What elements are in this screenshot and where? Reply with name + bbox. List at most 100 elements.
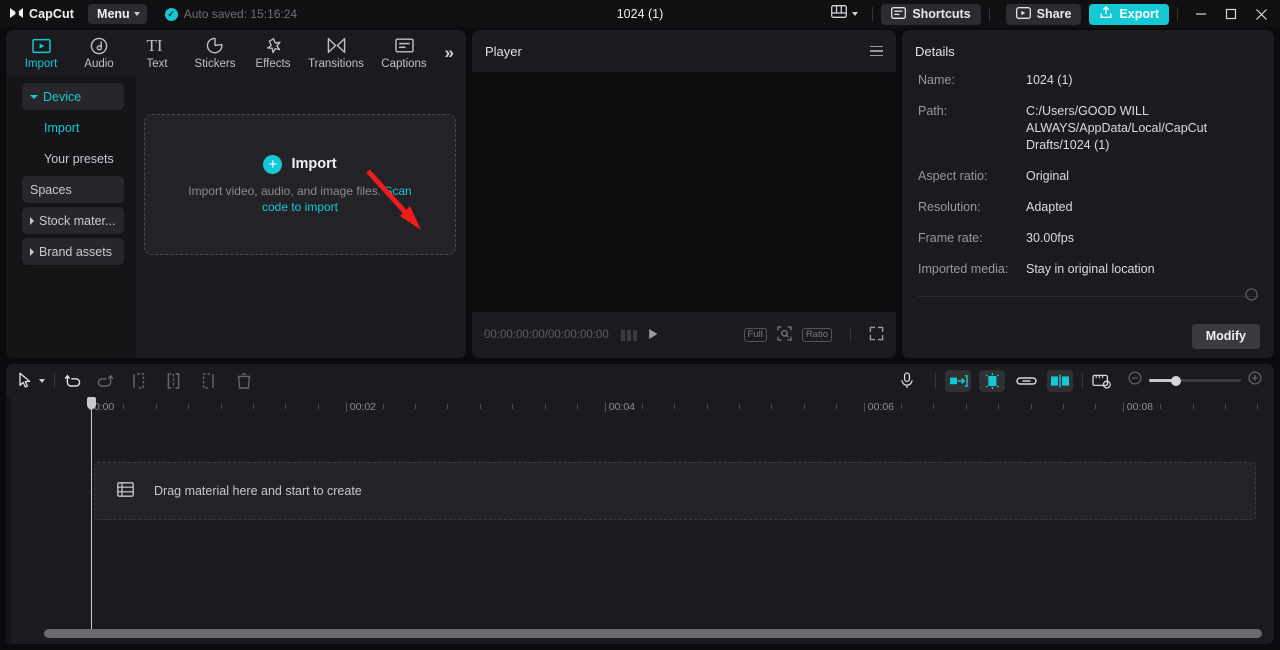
sidebar-item-label: Brand assets (39, 245, 112, 259)
split-left-icon[interactable] (132, 364, 145, 397)
timeline-ruler[interactable]: 00:00 |00:02 |00:04 |00:06 |00:08 (6, 397, 1274, 419)
player-controls: 00:00:00:00 / 00:00:00:00 Full (472, 312, 896, 358)
capcut-window: CapCut Menu ✓ Auto saved: 15:16:24 1024 … (0, 0, 1280, 650)
empty-track-dropzone[interactable]: Drag material here and start to create (94, 462, 1256, 520)
play-button[interactable] (646, 327, 660, 344)
tab-stickers[interactable]: Stickers (186, 31, 244, 75)
film-strip-icon (117, 482, 134, 500)
select-tool-dropdown[interactable] (39, 364, 45, 397)
magnifier-icon[interactable] (777, 326, 792, 344)
more-tabs-chevron-icon[interactable]: » (445, 43, 454, 63)
chevron-right-icon (30, 248, 34, 256)
timeline-left-gutter (6, 397, 10, 644)
maximize-button[interactable] (1216, 0, 1246, 28)
modify-button[interactable]: Modify (1192, 324, 1260, 349)
sidebar-item-your-presets[interactable]: Your presets (22, 145, 124, 172)
tab-import[interactable]: Import (12, 31, 70, 75)
ruler-tick (998, 404, 999, 409)
redo-button[interactable] (97, 364, 114, 397)
microphone-icon[interactable] (900, 364, 914, 397)
menu-button[interactable]: Menu (88, 4, 147, 24)
fullscreen-icon[interactable] (869, 326, 884, 344)
details-row-name: Name: 1024 (1) (918, 72, 1258, 89)
ruler-tick (512, 404, 513, 409)
chevron-down-icon (852, 12, 858, 16)
close-button[interactable] (1246, 0, 1276, 28)
divider (1177, 7, 1178, 21)
player-canvas[interactable] (472, 72, 896, 312)
auto-snap-button[interactable] (945, 370, 971, 392)
shortcuts-button[interactable]: Shortcuts (881, 4, 980, 25)
sidebar-item-stock-materials[interactable]: Stock mater... (22, 207, 124, 234)
ruler-tick (285, 404, 286, 409)
import-dropzone[interactable]: + Import Import video, audio, and image … (144, 114, 456, 255)
sidebar-item-device[interactable]: Device (22, 83, 124, 110)
import-icon (32, 36, 51, 55)
full-quality-button[interactable]: Full (744, 328, 767, 342)
sidebar-item-label: Import (44, 121, 79, 135)
magnetic-snap-button[interactable] (979, 370, 1005, 392)
share-button[interactable]: Share (1006, 4, 1082, 25)
undo-button[interactable] (64, 364, 81, 397)
split-center-icon[interactable] (167, 364, 180, 397)
tab-text[interactable]: TI Text (128, 31, 186, 75)
details-row-path: Path: C:/Users/GOOD WILL ALWAYS/AppData/… (918, 103, 1258, 154)
help-icon[interactable] (1245, 288, 1258, 304)
sidebar-item-spaces[interactable]: Spaces (22, 176, 124, 203)
check-icon: ✓ (165, 8, 178, 21)
ruler-tick (804, 404, 805, 409)
share-label: Share (1037, 7, 1072, 21)
ratio-button[interactable]: Ratio (802, 328, 832, 342)
tab-transitions[interactable]: Transitions (302, 31, 370, 75)
row-value: Original (1026, 168, 1069, 185)
tab-audio[interactable]: Audio (70, 31, 128, 75)
frame-list-icon[interactable] (621, 330, 637, 341)
split-right-icon[interactable] (202, 364, 215, 397)
sidebar-item-brand-assets[interactable]: Brand assets (22, 238, 124, 265)
timeline-zoom-slider[interactable] (1128, 371, 1262, 390)
link-button[interactable] (1013, 370, 1039, 392)
divider (989, 7, 990, 21)
ruler-tick (480, 404, 481, 409)
adsorb-button[interactable] (1047, 370, 1073, 392)
empty-track-label: Drag material here and start to create (154, 484, 362, 498)
ruler-tick (933, 404, 934, 409)
ruler-tick (739, 404, 740, 409)
player-menu-icon[interactable] (870, 46, 883, 57)
tab-captions[interactable]: Captions (370, 31, 438, 75)
playhead-handle[interactable] (87, 397, 96, 409)
row-label: Path: (918, 103, 1026, 154)
timeline-panel: 00:00 |00:02 |00:04 |00:06 |00:08 (6, 364, 1274, 644)
row-value: Stay in original location (1026, 261, 1155, 278)
ruler-label: |00:04 (604, 401, 635, 413)
ruler-tick (836, 404, 837, 409)
zoom-slider-track[interactable] (1149, 379, 1241, 382)
export-button[interactable]: Export (1089, 4, 1169, 25)
ruler-tick (1160, 404, 1161, 409)
share-icon (1016, 7, 1031, 22)
delete-button[interactable] (237, 364, 251, 397)
details-row-frame-rate: Frame rate: 30.00fps (918, 230, 1258, 247)
zoom-in-icon[interactable] (1248, 371, 1262, 390)
tab-effects[interactable]: Effects (244, 31, 302, 75)
preview-ruler-icon[interactable] (1092, 364, 1112, 397)
chevron-down-icon (134, 12, 140, 16)
timeline-horizontal-scrollbar[interactable] (44, 629, 1262, 638)
sidebar-item-import[interactable]: Import (22, 114, 124, 141)
tab-label: Captions (381, 58, 426, 70)
layout-switch-button[interactable] (825, 5, 864, 23)
timeline-tracks[interactable]: Drag material here and start to create (6, 419, 1274, 626)
tab-label: Import (25, 58, 58, 70)
tab-bar: Import Audio TI Text (6, 30, 466, 76)
select-tool-icon[interactable] (18, 364, 33, 397)
zoom-slider-handle[interactable] (1171, 376, 1181, 386)
stickers-icon (206, 36, 224, 55)
minimize-button[interactable] (1186, 0, 1216, 28)
row-value: C:/Users/GOOD WILL ALWAYS/AppData/Local/… (1026, 103, 1258, 154)
row-label: Aspect ratio: (918, 168, 1026, 185)
zoom-out-icon[interactable] (1128, 371, 1142, 390)
import-button[interactable]: + Import (263, 155, 336, 174)
ruler-tick (447, 404, 448, 409)
tab-label: Audio (84, 58, 113, 70)
player-extra-controls (621, 327, 660, 344)
